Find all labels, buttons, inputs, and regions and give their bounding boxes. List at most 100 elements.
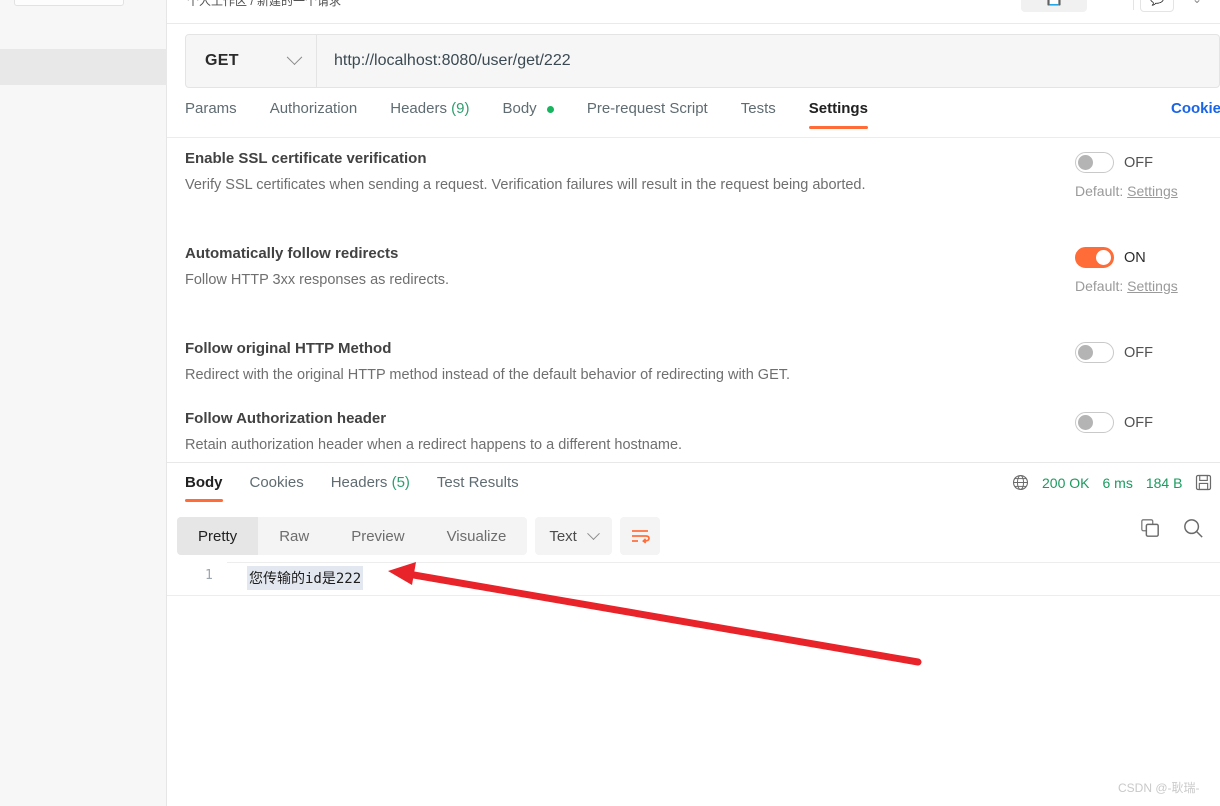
response-meta: 200 OK 6 ms 184 B Save as Example [1012,474,1220,491]
setting-description: Follow HTTP 3xx responses as redirects. [185,272,450,288]
view-mode-raw-label: Raw [279,527,310,545]
wrap-lines-icon [631,530,650,544]
more-actions-button[interactable]: ⋯ [1093,0,1127,12]
response-tab-headers[interactable]: Headers (5) [331,472,410,502]
setting-control: OFF [1075,412,1220,433]
ssl-toggle-state: OFF [1124,154,1153,171]
cookies-link[interactable]: Cookies [1171,100,1220,117]
tab-headers-count: (9) [451,100,470,117]
url-input[interactable]: http://localhost:8080/user/get/222 [317,34,1220,88]
toggle-knob [1078,415,1093,430]
setting-control: OFF [1075,342,1220,363]
tab-pre-request-script[interactable]: Pre-request Script [587,98,708,129]
breadcrumb-bar: 个人工作区 / 新建的一个请求 💾 ⋯ 💬 ⌄ [167,0,1220,24]
comment-button[interactable]: 💬 [1140,0,1174,12]
auth-header-toggle-wrap[interactable]: OFF [1075,412,1220,433]
method-dropdown[interactable]: GET [185,34,317,88]
tab-params-label: Params [185,100,237,117]
view-mode-visualize[interactable]: Visualize [426,517,528,555]
tab-authorization-label: Authorization [269,100,358,117]
response-tab-cookies[interactable]: Cookies [250,472,304,502]
request-url-row: GET http://localhost:8080/user/get/222 [185,34,1220,88]
default-prefix: Default: [1075,278,1128,294]
sidebar-search-stub[interactable] [14,0,124,6]
tabs-divider [167,137,1220,138]
default-settings-link[interactable]: Settings [1127,278,1178,294]
setting-title: Follow Authorization header [185,410,387,427]
tab-headers-label: Headers [390,100,447,117]
comment-icon: 💬 [1150,0,1165,5]
setting-title: Follow original HTTP Method [185,340,392,357]
original-method-toggle-state: OFF [1124,344,1153,361]
redirects-default-line: Default: Settings [1075,278,1220,294]
redirects-toggle-wrap[interactable]: ON [1075,247,1220,268]
search-icon[interactable] [1182,517,1204,539]
response-right-icons [1140,517,1204,539]
settings-list: Enable SSL certificate verification Veri… [185,150,1220,480]
tab-params[interactable]: Params [185,98,237,129]
code-top-rule [227,562,1220,563]
collapse-button[interactable]: ⌄ [1180,0,1214,12]
view-mode-visualize-label: Visualize [446,527,507,545]
postman-window: 个人工作区 / 新建的一个请求 💾 ⋯ 💬 ⌄ GET [0,0,1220,806]
response-tab-cookies-label: Cookies [249,474,304,491]
view-mode-preview[interactable]: Preview [330,517,425,555]
ssl-default-line: Default: Settings [1075,183,1220,199]
tab-headers[interactable]: Headers (9) [390,98,469,129]
setting-description: Retain authorization header when a redir… [185,437,683,453]
wrap-lines-button[interactable] [619,517,660,555]
toggle-knob [1096,250,1111,265]
toggle-knob [1078,345,1093,360]
auth-header-toggle[interactable] [1075,412,1114,433]
chevron-down-icon [586,526,600,540]
original-method-toggle-wrap[interactable]: OFF [1075,342,1220,363]
response-tab-headers-label: Headers [330,474,388,491]
setting-control: OFF Default: Settings [1075,152,1220,199]
response-tab-body-label: Body [185,474,223,491]
response-tab-body[interactable]: Body [185,472,223,502]
copy-icon[interactable] [1140,518,1160,538]
default-settings-link[interactable]: Settings [1127,183,1178,199]
response-view-toolbar: Pretty Raw Preview Visualize Text [177,517,660,555]
body-modified-dot-icon [546,105,554,113]
floppy-save-icon [1196,474,1212,491]
view-mode-preview-label: Preview [351,527,405,545]
response-status: 200 OK [1042,474,1090,491]
tab-tests[interactable]: Tests [741,98,776,129]
ssl-toggle[interactable] [1075,152,1114,173]
sidebar-selected-item[interactable] [0,49,167,85]
tab-settings-label: Settings [808,100,868,117]
redirects-toggle-state: ON [1124,249,1146,266]
setting-control: ON Default: Settings [1075,247,1220,294]
response-body-text: 您传输的id是222 [247,566,364,590]
chevron-down-icon [286,48,303,65]
setting-description: Verify SSL certificates when sending a r… [185,177,866,193]
format-selected-label: Text [549,527,577,545]
breadcrumb-actions: 💾 ⋯ 💬 ⌄ [1021,0,1214,12]
response-size: 184 B [1145,474,1183,491]
save-as-example-button[interactable]: Save as Example [1195,474,1220,491]
original-method-toggle[interactable] [1075,342,1114,363]
format-dropdown[interactable]: Text [535,517,612,555]
setting-row-follow-redirects: Automatically follow redirects Follow HT… [185,245,1220,340]
setting-row-auth-header: Follow Authorization header Retain autho… [185,410,1220,480]
response-divider [167,462,1220,463]
breadcrumb[interactable]: 个人工作区 / 新建的一个请求 [187,0,341,9]
request-tabs: Params Authorization Headers (9) Body Pr… [185,98,1220,136]
tab-authorization[interactable]: Authorization [270,98,358,129]
save-request-button[interactable]: 💾 [1021,0,1087,12]
tab-body[interactable]: Body [502,98,554,129]
response-tabs: Body Cookies Headers (5) Test Results [185,472,546,502]
response-body-viewer[interactable]: 1 您传输的id是222 [167,562,1220,806]
redirects-toggle[interactable] [1075,247,1114,268]
ellipsis-icon: ⋯ [1104,0,1116,5]
tab-settings[interactable]: Settings [808,98,869,129]
response-tab-test-results-label: Test Results [436,474,519,491]
url-value: http://localhost:8080/user/get/222 [334,52,571,69]
tab-pre-request-script-label: Pre-request Script [586,100,708,117]
setting-title: Enable SSL certificate verification [185,150,427,167]
ssl-toggle-wrap[interactable]: OFF [1075,152,1220,173]
response-tab-test-results[interactable]: Test Results [437,472,519,502]
view-mode-pretty[interactable]: Pretty [177,517,259,555]
view-mode-raw[interactable]: Raw [258,517,330,555]
